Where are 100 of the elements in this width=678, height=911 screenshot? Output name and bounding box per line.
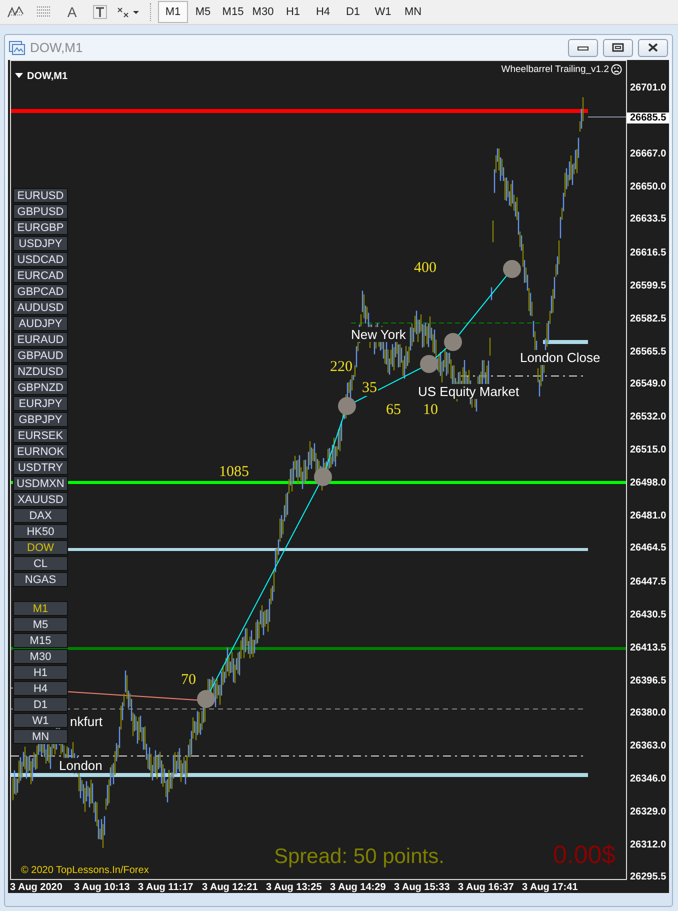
- symbol-button[interactable]: DOW: [13, 540, 68, 555]
- symbol-button[interactable]: GBPAUD: [13, 348, 68, 363]
- current-price-line: [588, 116, 626, 118]
- symbol-button[interactable]: EURNOK: [13, 444, 68, 459]
- price-tick: 26396.5: [630, 675, 666, 686]
- copyright-text: © 2020 TopLessons.In/Forex: [21, 865, 149, 876]
- spread-text: Spread: 50 points.: [274, 845, 444, 868]
- session-label: nkfurt: [69, 714, 104, 729]
- timeframe-button[interactable]: M5: [13, 617, 68, 632]
- symbol-button[interactable]: EURJPY: [13, 396, 68, 411]
- symbol-button[interactable]: DAX: [13, 508, 68, 523]
- timeframe-button[interactable]: H4: [13, 681, 68, 696]
- symbol-button[interactable]: AUDUSD: [13, 300, 68, 315]
- price-tick: 26633.5: [630, 214, 666, 225]
- maximize-button[interactable]: [603, 38, 633, 56]
- timeframe-button[interactable]: M1: [13, 601, 68, 616]
- pivot-marker: [503, 260, 521, 278]
- timeframe-button[interactable]: MN: [13, 729, 68, 744]
- symbol-button[interactable]: USDMXN: [13, 476, 68, 491]
- caret-icon[interactable]: [15, 73, 23, 79]
- pivot-marker: [420, 355, 438, 373]
- timeframe-button[interactable]: M15: [13, 633, 68, 648]
- price-tick: 26616.5: [630, 247, 666, 258]
- symbol-button[interactable]: USDCAD: [13, 252, 68, 267]
- time-tick: 3 Aug 14:29: [330, 882, 387, 893]
- timeframe-tab[interactable]: M1: [158, 1, 188, 23]
- timeframe-tab[interactable]: D1: [338, 1, 368, 23]
- price-tick: 26498.0: [630, 478, 666, 489]
- timeframe-tab[interactable]: M15: [218, 1, 248, 23]
- chart-symbol-label: DOW,M1: [27, 71, 68, 82]
- price-tick: 26565.5: [630, 346, 666, 358]
- timeframe-tab[interactable]: M30: [248, 1, 278, 23]
- minimize-button[interactable]: [568, 38, 598, 56]
- session-label: London: [58, 758, 104, 773]
- price-tick: 26582.5: [630, 313, 666, 324]
- symbol-button[interactable]: EURCAD: [13, 268, 68, 283]
- window-title: DOW,M1: [30, 40, 84, 55]
- timeframe-tab[interactable]: W1: [368, 1, 398, 23]
- session-label: US Equity Market: [417, 384, 520, 399]
- symbol-button[interactable]: GBPNZD: [13, 380, 68, 395]
- price-tick: 26481.0: [630, 510, 666, 522]
- pip-count-label: 35: [361, 380, 378, 396]
- pivot-marker: [197, 690, 215, 708]
- time-tick: 3 Aug 11:17: [138, 882, 194, 893]
- timeframe-button[interactable]: M30: [13, 649, 68, 664]
- london-close-marker: [543, 340, 588, 344]
- symbol-button[interactable]: XAUUSD: [13, 492, 68, 507]
- pip-count-label: 220: [329, 359, 354, 375]
- timeframe-button[interactable]: W1: [13, 713, 68, 728]
- time-tick: 3 Aug 12:21: [202, 882, 259, 893]
- symbol-button[interactable]: EURAUD: [13, 332, 68, 347]
- timeframe-tab[interactable]: M5: [188, 1, 218, 23]
- symbol-button[interactable]: GBPUSD: [13, 204, 68, 219]
- price-tick: 26380.0: [630, 707, 666, 718]
- timeframe-button[interactable]: D1: [13, 697, 68, 712]
- time-tick: 3 Aug 17:41: [522, 882, 579, 893]
- symbol-button[interactable]: HK50: [13, 524, 68, 539]
- timeframe-tab[interactable]: H4: [308, 1, 338, 23]
- price-tick: 26447.5: [630, 576, 666, 588]
- timeframe-button[interactable]: H1: [13, 665, 68, 680]
- pivot-marker: [338, 397, 356, 415]
- profit-text: 0.00$: [553, 841, 616, 869]
- frown-icon[interactable]: [611, 64, 622, 75]
- symbol-button[interactable]: AUDJPY: [13, 316, 68, 331]
- price-tick: 26430.5: [630, 609, 666, 620]
- timeframe-tab[interactable]: MN: [398, 1, 428, 23]
- time-tick: 3 Aug 2020: [10, 882, 64, 893]
- price-tick: 26363.0: [630, 740, 666, 752]
- symbol-button[interactable]: GBPJPY: [13, 412, 68, 427]
- pivot-marker: [314, 468, 332, 486]
- close-icon: [647, 43, 659, 52]
- maximize-icon: [612, 43, 624, 52]
- timeframe-tab[interactable]: H1: [278, 1, 308, 23]
- symbol-button[interactable]: GBPCAD: [13, 284, 68, 299]
- price-tick: 26413.5: [630, 642, 666, 654]
- symbol-button[interactable]: EURUSD: [13, 188, 68, 203]
- symbol-button[interactable]: USDTRY: [13, 460, 68, 475]
- price-tick: 26701.0: [630, 82, 666, 94]
- symbol-button[interactable]: EURGBP: [13, 220, 68, 235]
- symbol-button[interactable]: USDJPY: [13, 236, 68, 251]
- time-tick: 3 Aug 15:33: [394, 882, 451, 893]
- current-price-label: 26685.5: [627, 112, 670, 124]
- price-tick: 26312.0: [630, 840, 666, 851]
- price-tick: 26346.0: [630, 774, 666, 785]
- symbol-button[interactable]: NZDUSD: [13, 364, 68, 379]
- price-tick: 26549.0: [630, 378, 666, 390]
- symbol-button[interactable]: NGAS: [13, 572, 68, 587]
- price-tick: 26329.0: [630, 806, 666, 818]
- price-tick: 26650.0: [630, 182, 666, 193]
- price-tick: 26295.5: [630, 872, 666, 883]
- text-tool-button[interactable]: A: [58, 1, 86, 23]
- indicator-name: Wheelbarrel Trailing_v1.2: [501, 64, 609, 75]
- session-label: New York: [350, 327, 407, 342]
- time-tick: 3 Aug 10:13: [74, 882, 131, 893]
- symbol-button[interactable]: CL: [13, 556, 68, 571]
- time-tick: 3 Aug 13:25: [266, 882, 323, 893]
- close-button[interactable]: [638, 38, 668, 56]
- chart-window-icon: [9, 40, 25, 54]
- symbol-button[interactable]: EURSEK: [13, 428, 68, 443]
- price-tick: 26532.0: [630, 412, 666, 423]
